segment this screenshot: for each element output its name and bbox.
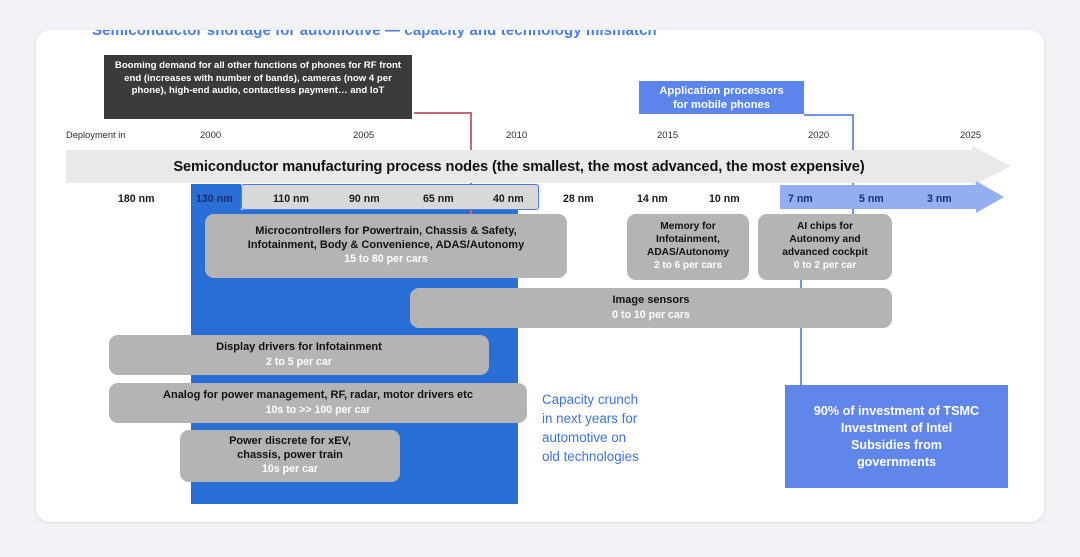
callout-appproc-line1: Application processors	[659, 85, 784, 97]
segment-qty: 0 to 10 per cars	[612, 308, 690, 321]
axis-tick-2015: 2015	[657, 130, 679, 141]
segment-box-display-drivers: Display drivers for Infotainment 2 to 5 …	[109, 335, 489, 375]
connector-appproc-horizontal	[804, 114, 854, 116]
node-label-180nm: 180 nm	[118, 193, 155, 205]
segment-qty: 2 to 5 per car	[266, 355, 332, 368]
node-label-40nm: 40 nm	[493, 193, 524, 205]
node-label-14nm: 14 nm	[637, 193, 668, 205]
segment-title-line2: chassis, power train	[237, 448, 343, 461]
segment-qty: 15 to 80 per cars	[344, 253, 428, 266]
segment-title-line1: Microcontrollers for Powertrain, Chassis…	[255, 225, 517, 238]
note-capacity-line4: old technologies	[542, 449, 639, 464]
note-capacity-line1: Capacity crunch	[542, 392, 639, 407]
axis-tick-2010: 2010	[506, 130, 528, 141]
process-node-labels: 180 nm 130 nm 110 nm 90 nm 65 nm 40 nm 2…	[36, 186, 1044, 214]
segment-title-line3: advanced cockpit	[782, 246, 868, 258]
note-capacity-line2: in next years for	[542, 411, 638, 426]
connector-phones-horizontal	[414, 112, 472, 114]
segment-box-ai-chips: AI chips for Autonomy and advanced cockp…	[758, 214, 892, 280]
segment-title-line1: Image sensors	[612, 293, 690, 306]
node-label-7nm: 7 nm	[788, 193, 813, 205]
axis-tick-2005: 2005	[353, 130, 375, 141]
segment-box-power-discrete: Power discrete for xEV, chassis, power t…	[180, 430, 400, 482]
segment-qty: 0 to 2 per car	[793, 260, 857, 272]
investment-line1: 90% of investment of TSMC	[813, 403, 980, 418]
node-label-5nm: 5 nm	[859, 193, 884, 205]
investment-line2: Investment of Intel	[840, 420, 953, 435]
investment-line3: Subsidies from	[851, 437, 942, 452]
panel-investment-text: 90% of investment of TSMC Investment of …	[814, 403, 979, 471]
node-label-90nm: 90 nm	[349, 193, 380, 205]
segment-title-line2: Infotainment, Body & Convenience, ADAS/A…	[247, 238, 525, 251]
node-label-130nm: 130 nm	[196, 193, 233, 205]
banner-label: Semiconductor manufacturing process node…	[173, 158, 865, 175]
segment-title-line2: Autonomy and	[789, 233, 861, 245]
banner-arrow-head	[972, 146, 1011, 186]
page-title: Semiconductor shortage for automotive — …	[92, 30, 657, 39]
callout-phone-demand: Booming demand for all other functions o…	[104, 55, 412, 119]
segment-box-analog: Analog for power management, RF, radar, …	[109, 383, 527, 423]
deployment-axis: Deployment in 2000 2005 2010 2015 2020 2…	[36, 130, 1044, 148]
segment-qty: 2 to 6 per cars	[654, 260, 722, 272]
node-label-110nm: 110 nm	[273, 193, 309, 205]
segment-qty: 10s to >> 100 per car	[265, 403, 371, 416]
axis-tick-2020: 2020	[808, 130, 830, 141]
process-node-banner: Semiconductor manufacturing process node…	[66, 146, 1011, 186]
investment-line4: governments	[856, 454, 937, 469]
axis-tick-2000: 2000	[200, 130, 222, 141]
node-label-3nm: 3 nm	[927, 193, 952, 205]
segment-title-line1: Display drivers for Infotainment	[216, 340, 382, 353]
segment-title-line1: Power discrete for xEV,	[229, 435, 351, 448]
axis-tick-2025: 2025	[960, 130, 982, 141]
segment-title-line1: Analog for power management, RF, radar, …	[163, 388, 473, 401]
segment-qty: 10s per car	[262, 463, 318, 476]
segment-title-line1: AI chips for	[796, 221, 854, 233]
callout-application-processors: Application processors for mobile phones	[639, 81, 804, 114]
segment-title-line2: Infotainment,	[656, 233, 720, 245]
node-label-65nm: 65 nm	[423, 193, 454, 205]
segment-title-line1: Memory for	[660, 221, 716, 233]
node-label-10nm: 10 nm	[709, 193, 740, 205]
axis-lead-label: Deployment in	[66, 130, 126, 140]
segment-box-image-sensors: Image sensors 0 to 10 per cars	[410, 288, 892, 328]
callout-appproc-line2: for mobile phones	[673, 99, 770, 111]
node-label-28nm: 28 nm	[563, 193, 594, 205]
note-capacity-line3: automotive on	[542, 430, 627, 445]
segment-box-microcontrollers: Microcontrollers for Powertrain, Chassis…	[205, 214, 567, 278]
note-capacity-crunch: Capacity crunch in next years for automo…	[542, 390, 722, 466]
segment-box-memory: Memory for Infotainment, ADAS/Autonomy 2…	[627, 214, 749, 280]
segment-title-line3: ADAS/Autonomy	[646, 246, 730, 258]
panel-investment: 90% of investment of TSMC Investment of …	[785, 385, 1008, 488]
slide-canvas: Semiconductor shortage for automotive — …	[36, 30, 1044, 522]
